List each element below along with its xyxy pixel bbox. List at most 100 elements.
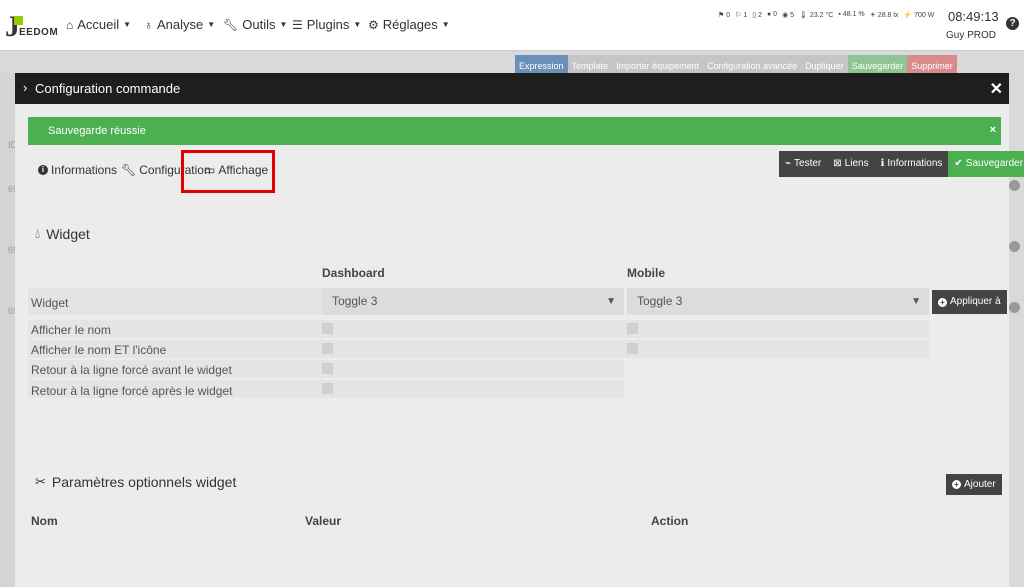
status-item[interactable]: 🌡︎ 23.2 °C xyxy=(799,11,833,19)
caret-down-icon: ▼ xyxy=(123,20,132,29)
tools-icon: ✂ xyxy=(35,474,46,489)
dashboard-column-header: Dashboard xyxy=(322,266,385,280)
alert-text: Sauvegarde réussie xyxy=(48,125,146,137)
gear-icon: ⚙ xyxy=(368,17,379,32)
droplet-icon: 💧︎ xyxy=(35,226,41,241)
alert-close-icon[interactable]: × xyxy=(990,124,996,136)
user-name[interactable]: Guy PROD xyxy=(946,30,996,41)
jeedom-logo[interactable]: J EEDOM xyxy=(5,8,59,42)
menu-accueil[interactable]: ⌂ Accueil ▼ xyxy=(66,17,131,32)
afficher-nom-mobile-checkbox[interactable] xyxy=(627,323,638,334)
tester-label: Tester xyxy=(794,158,822,169)
retour-avant-checkbox[interactable] xyxy=(322,363,333,374)
tester-button[interactable]: ⌁ Tester xyxy=(779,151,828,177)
params-section-title: ✂ Paramètres optionnels widget xyxy=(35,474,236,490)
tab-informations-label: Informations xyxy=(51,163,118,177)
status-bar: ⚑ 0 ⚐ 1 ▯ 2 ● 0 ◉ 5 🌡︎ 23.2 °C ▪ 48.1 % … xyxy=(718,11,934,19)
logo-house-icon xyxy=(14,16,23,25)
widget-title-label: Widget xyxy=(46,226,90,242)
sauvegarder-label: Sauvegarder xyxy=(965,158,1024,169)
liens-button[interactable]: ⊠ Liens xyxy=(827,151,875,177)
caret-down-icon: ▼ xyxy=(606,296,616,307)
caret-down-icon: ▼ xyxy=(207,20,216,29)
check-circle-icon: ✔ xyxy=(954,158,963,169)
status-item[interactable]: ⚑ 0 xyxy=(718,11,730,19)
menu-analyse-label: Analyse xyxy=(157,17,204,32)
retour-apres-label: Retour à la ligne forcé après le widget xyxy=(31,384,233,398)
widget-row-label: Widget xyxy=(31,296,69,310)
retour-avant-label: Retour à la ligne forcé avant le widget xyxy=(31,363,232,377)
caret-down-icon: ▼ xyxy=(279,20,288,29)
afficher-nom-dashboard-checkbox[interactable] xyxy=(322,323,333,334)
top-navbar: J EEDOM ⌂ Accueil ▼ ♁ Analyse ▼ 🔧︎ Outil… xyxy=(0,0,1024,51)
retour-apres-checkbox[interactable] xyxy=(322,383,333,394)
col-action-header: Action xyxy=(651,514,689,528)
menu-reglages[interactable]: ⚙ Réglages ▼ xyxy=(368,17,450,32)
mobile-widget-value: Toggle 3 xyxy=(637,294,683,308)
tab-highlight-box xyxy=(181,150,275,193)
bg-row-action-icon xyxy=(1009,176,1024,196)
params-title-label: Paramètres optionnels widget xyxy=(51,474,237,490)
status-item[interactable]: ⚐ 1 xyxy=(735,11,747,19)
modal-title: Configuration commande xyxy=(35,81,181,96)
caret-down-icon: ▼ xyxy=(353,20,362,29)
afficher-nom-row-bg xyxy=(28,320,929,338)
home-icon: ⌂ xyxy=(66,17,74,32)
afficher-nom-icone-mobile-checkbox[interactable] xyxy=(627,343,638,354)
informations-button[interactable]: ℹ Informations xyxy=(874,151,949,177)
sauvegarder-button[interactable]: ✔ Sauvegarder xyxy=(948,151,1024,177)
bg-row-action-icon xyxy=(1009,237,1024,257)
ajouter-button[interactable]: + Ajouter xyxy=(946,474,1002,495)
caret-down-icon: ▼ xyxy=(911,296,921,307)
status-item[interactable]: ▪ 48.1 % xyxy=(838,11,864,19)
informations-label: Informations xyxy=(887,158,943,169)
modal-header: › Configuration commande ✕ xyxy=(15,73,1009,104)
stethoscope-icon: ♁ xyxy=(144,17,153,32)
appliquer-button[interactable]: + Appliquer à xyxy=(932,290,1007,314)
help-icon[interactable]: ? xyxy=(1006,17,1019,30)
menu-outils[interactable]: 🔧︎ Outils ▼ xyxy=(223,17,287,32)
afficher-nom-icone-label: Afficher le nom ET l'icône xyxy=(31,343,167,357)
clock: 08:49:13 xyxy=(948,9,999,24)
command-actions: ⌁ Tester ⊠ Liens ℹ Informations ✔ Sauveg… xyxy=(779,151,1024,177)
info-circle-icon: i xyxy=(38,165,48,175)
caret-down-icon: ▼ xyxy=(441,20,450,29)
status-item[interactable]: ◉ 5 xyxy=(782,11,794,19)
dashboard-widget-value: Toggle 3 xyxy=(332,294,378,308)
rss-icon: ⌁ xyxy=(785,158,792,169)
menu-outils-label: Outils xyxy=(242,17,276,32)
menu-plugins[interactable]: ☰ Plugins ▼ xyxy=(292,17,361,32)
menu-accueil-label: Accueil xyxy=(77,17,120,32)
col-nom-header: Nom xyxy=(31,514,58,528)
mobile-widget-select[interactable]: Toggle 3 ▼ xyxy=(627,288,929,315)
tab-informations[interactable]: i Informations xyxy=(38,163,117,177)
close-icon[interactable]: ✕ xyxy=(990,79,1003,99)
status-item[interactable]: ● 0 xyxy=(767,11,777,19)
col-valeur-header: Valeur xyxy=(305,514,342,528)
plus-circle-icon: + xyxy=(938,297,947,307)
wrench-icon: 🔧︎ xyxy=(121,163,137,177)
status-item[interactable]: ⚡ 700 W xyxy=(903,11,934,19)
menu-reglages-label: Réglages xyxy=(382,17,438,32)
afficher-nom-icone-dashboard-checkbox[interactable] xyxy=(322,343,333,354)
bg-row-action-icon xyxy=(1009,298,1024,318)
status-item[interactable]: ☀ 28.8 lx xyxy=(870,11,899,19)
chevron-right-icon: › xyxy=(23,80,28,95)
appliquer-label: Appliquer à xyxy=(950,296,1001,307)
mobile-column-header: Mobile xyxy=(627,266,665,280)
ajouter-label: Ajouter xyxy=(964,479,996,490)
dashboard-widget-select[interactable]: Toggle 3 ▼ xyxy=(322,288,624,315)
success-alert: Sauvegarde réussie × xyxy=(28,117,1001,145)
afficher-nom-label: Afficher le nom xyxy=(31,323,111,337)
status-item[interactable]: ▯ 2 xyxy=(752,11,762,19)
logo-text: EEDOM xyxy=(19,27,59,38)
widget-section-title: 💧︎ Widget xyxy=(35,226,90,242)
liens-label: Liens xyxy=(844,158,869,169)
list-icon: ☰ xyxy=(292,17,303,32)
menu-analyse[interactable]: ♁ Analyse ▼ xyxy=(144,17,215,32)
link-icon: ⊠ xyxy=(833,158,842,169)
menu-plugins-label: Plugins xyxy=(306,17,350,32)
background-left-column xyxy=(0,73,15,587)
plus-circle-icon: + xyxy=(952,480,961,489)
info-icon: ℹ xyxy=(880,158,885,169)
